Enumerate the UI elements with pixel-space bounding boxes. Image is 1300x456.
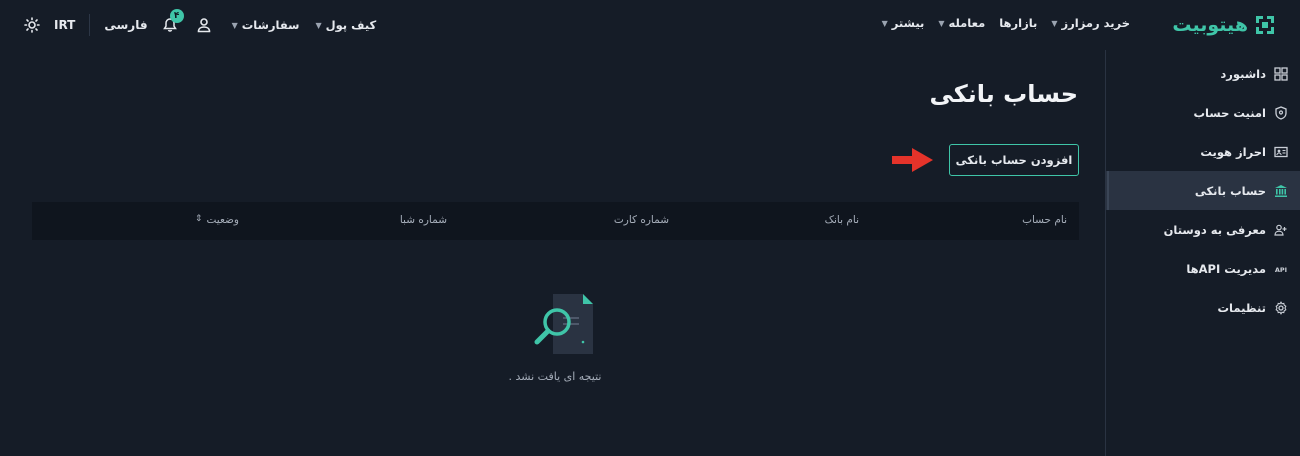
sidebar: داشبورد امنیت حساب احراز هویت حساب بانکی <box>1105 50 1300 456</box>
chevron-down-icon: ▼ <box>1051 18 1058 28</box>
top-bar: هیتوبیت خرید رمزارز ▼ بازارها معامله ▼ ب… <box>0 0 1300 50</box>
page-title: حساب بانکی <box>929 80 1078 108</box>
nav-orders-label: سفارشات <box>241 18 300 32</box>
language-switch[interactable]: فارسی <box>104 18 147 32</box>
column-card-number: شماره کارت <box>613 214 669 226</box>
main-nav: خرید رمزارز ▼ بازارها معامله ▼ بیشتر ▼ <box>882 16 1130 30</box>
arrow-right-icon <box>892 148 933 172</box>
nav-trade-label: معامله <box>948 16 986 30</box>
dashboard-icon <box>1274 66 1288 81</box>
column-status[interactable]: وضعیت ⇕ <box>195 214 239 226</box>
api-icon: API <box>1275 266 1287 274</box>
sidebar-item-kyc[interactable]: احراز هویت <box>1106 132 1300 171</box>
top-tools: IRT فارسی ۴ کیف پول ▼ سفارشات ▼ <box>24 9 377 38</box>
table-header: نام حساب نام بانک شماره کارت شماره شبا و… <box>32 202 1079 240</box>
bank-icon <box>1275 184 1287 197</box>
empty-state-text: نتیجه ای یافت نشد . <box>508 370 602 383</box>
sidebar-item-security[interactable]: امنیت حساب <box>1106 93 1300 132</box>
sidebar-item-bank-account[interactable]: حساب بانکی <box>1106 171 1300 210</box>
nav-wallet-label: کیف پول <box>325 18 377 32</box>
user-icon <box>197 18 210 33</box>
column-bank-name: نام بانک <box>824 214 859 226</box>
id-card-icon <box>1274 146 1288 157</box>
sidebar-item-label: امنیت حساب <box>1193 105 1267 120</box>
top-nav-secondary: کیف پول ▼ سفارشات ▼ <box>232 18 377 32</box>
sidebar-item-label: احراز هویت <box>1200 144 1266 159</box>
theme-toggle[interactable] <box>24 17 40 33</box>
sidebar-item-referral[interactable]: معرفی به دوستان <box>1106 210 1300 249</box>
chevron-down-icon: ▼ <box>938 18 945 28</box>
notification-badge: ۴ <box>169 9 184 23</box>
chevron-down-icon: ▼ <box>231 20 238 30</box>
gear-icon <box>1275 300 1287 315</box>
logo-mark-icon <box>1256 16 1274 34</box>
user-menu-button[interactable] <box>196 17 212 33</box>
chevron-down-icon: ▼ <box>315 20 322 30</box>
notifications-button[interactable]: ۴ <box>162 9 184 33</box>
users-icon <box>1274 224 1287 236</box>
nav-markets[interactable]: بازارها <box>999 16 1037 30</box>
divider <box>89 14 91 36</box>
add-bank-account-button[interactable]: افزودن حساب بانکی <box>949 144 1079 176</box>
sidebar-item-label: تنظیمات <box>1217 300 1267 315</box>
column-sheba-number: شماره شبا <box>399 214 447 226</box>
nav-more[interactable]: بیشتر ▼ <box>882 16 925 30</box>
brand-name: هیتوبیت <box>1172 14 1248 36</box>
currency-toggle[interactable]: IRT <box>54 18 75 32</box>
sidebar-item-label: معرفی به دوستان <box>1163 222 1266 237</box>
sidebar-item-api[interactable]: API مدیریت APIها <box>1106 249 1300 288</box>
sidebar-item-settings[interactable]: تنظیمات <box>1106 288 1300 327</box>
sidebar-item-dashboard[interactable]: داشبورد <box>1106 54 1300 93</box>
sidebar-item-label: حساب بانکی <box>1194 183 1266 198</box>
chevron-down-icon: ▼ <box>881 18 888 28</box>
nav-markets-label: بازارها <box>999 16 1038 30</box>
nav-more-label: بیشتر <box>891 16 925 30</box>
column-status-label: وضعیت <box>206 214 239 226</box>
no-results-icon <box>534 294 600 354</box>
sidebar-item-label: مدیریت APIها <box>1186 261 1266 276</box>
shield-icon <box>1275 105 1287 120</box>
sidebar-item-label: داشبورد <box>1220 66 1266 81</box>
sun-icon <box>24 17 40 33</box>
column-account-name: نام حساب <box>1022 214 1067 226</box>
nav-wallet[interactable]: کیف پول ▼ <box>315 18 376 32</box>
brand-logo[interactable]: هیتوبیت <box>1172 12 1276 38</box>
empty-state: نتیجه ای یافت نشد . <box>500 290 610 390</box>
sort-icon: ⇕ <box>194 214 203 224</box>
svg-text:API: API <box>1275 266 1287 274</box>
nav-buy-crypto[interactable]: خرید رمزارز ▼ <box>1051 16 1130 30</box>
nav-orders[interactable]: سفارشات ▼ <box>232 18 300 32</box>
nav-trade[interactable]: معامله ▼ <box>938 16 985 30</box>
nav-buy-crypto-label: خرید رمزارز <box>1061 16 1130 30</box>
